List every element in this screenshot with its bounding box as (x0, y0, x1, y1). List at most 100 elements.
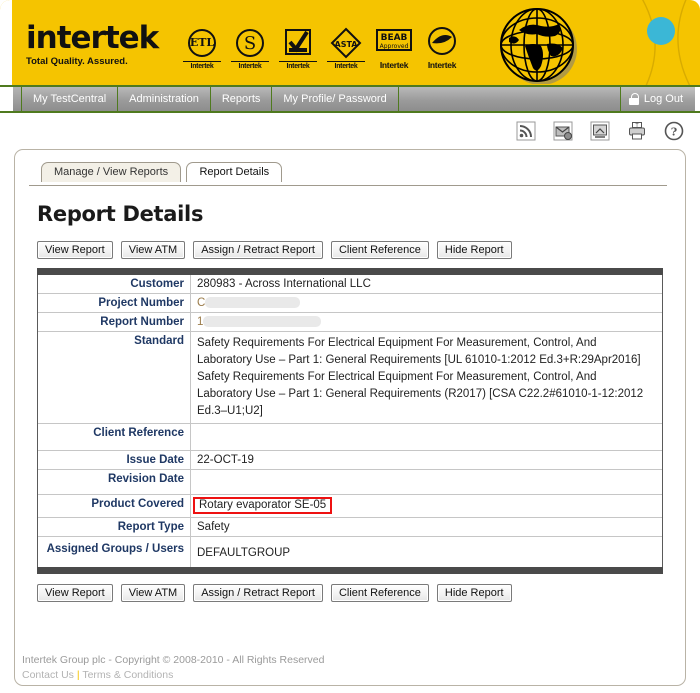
row-value: Safety (191, 518, 663, 537)
tab-label: Report Details (199, 166, 269, 178)
table-row-revision-date: Revision Date (38, 470, 662, 495)
certification-marks: ETL Intertek S Intertek (183, 24, 461, 70)
table-row-product-covered: Product Covered Rotary evaporator SE-05 (38, 495, 662, 518)
nav-right-spacer (695, 87, 700, 111)
tab-report-details[interactable]: Report Details (186, 162, 282, 182)
client-reference-button[interactable]: Client Reference (331, 241, 429, 259)
footer-links: Contact Us | Terms & Conditions (22, 668, 700, 683)
email-icon[interactable] (553, 121, 573, 141)
row-value-redacted: C (191, 294, 663, 313)
assign-retract-report-button[interactable]: Assign / Retract Report (193, 241, 323, 259)
mark-label: Intertek (375, 59, 413, 70)
tab-divider (29, 185, 667, 186)
help-icon[interactable]: ? (664, 121, 684, 141)
etl-mark-icon: ETL Intertek (183, 26, 221, 70)
mark-label: Intertek (183, 61, 221, 70)
hide-report-button-bottom[interactable]: Hide Report (437, 584, 512, 602)
view-atm-button-bottom[interactable]: View ATM (121, 584, 186, 602)
tab-label: Manage / View Reports (54, 166, 168, 178)
accent-dot (647, 17, 675, 45)
tab-manage-view-reports[interactable]: Manage / View Reports (41, 162, 181, 182)
client-reference-button-bottom[interactable]: Client Reference (331, 584, 429, 602)
row-value: 22-OCT-19 (191, 451, 663, 470)
nav-item-label: Administration (129, 93, 199, 105)
asta-mark-icon: ASTA Intertek (327, 26, 365, 70)
table-row-standard: Standard Safety Requirements For Electri… (38, 332, 662, 424)
nav-edge (13, 87, 22, 111)
nav-item-my-profile-password[interactable]: My Profile/ Password (272, 87, 398, 111)
view-report-button-bottom[interactable]: View Report (37, 584, 113, 602)
table-row-assigned-groups-users: Assigned Groups / Users DEFAULTGROUP (38, 537, 662, 568)
nav-item-label: My Profile/ Password (283, 93, 386, 105)
mark-label: Intertek (327, 61, 365, 70)
view-report-button[interactable]: View Report (37, 241, 113, 259)
nav-item-my-testcentral[interactable]: My TestCentral (22, 87, 118, 111)
page-title: Report Details (37, 202, 685, 226)
svg-text:?: ? (671, 126, 677, 139)
tab-bar: Manage / View Reports Report Details (15, 150, 685, 186)
page-footer: Intertek Group plc - Copyright © 2008-20… (0, 641, 700, 693)
assign-retract-report-button-bottom[interactable]: Assign / Retract Report (193, 584, 323, 602)
s-mark-icon: S Intertek (231, 26, 269, 70)
table-row-issue-date: Issue Date 22-OCT-19 (38, 451, 662, 470)
hide-report-button[interactable]: Hide Report (437, 241, 512, 259)
redacted-bar (203, 316, 321, 327)
table-top-bar (37, 268, 663, 275)
row-label: Client Reference (38, 424, 191, 451)
row-label: Issue Date (38, 451, 191, 470)
table-row-customer: Customer 280983 - Across International L… (38, 275, 662, 294)
nav-item-label: Reports (222, 93, 261, 105)
action-button-row-top: View Report View ATM Assign / Retract Re… (37, 241, 685, 259)
contact-us-link[interactable]: Contact Us (22, 669, 74, 681)
row-value (191, 424, 663, 451)
nav-item-label: My TestCentral (33, 93, 106, 105)
row-label: Project Number (38, 294, 191, 313)
content-panel: Manage / View Reports Report Details Rep… (14, 149, 686, 686)
row-value (191, 470, 663, 495)
table-row-report-number: Report Number 1 (38, 313, 662, 332)
nav-left-spacer (0, 87, 13, 111)
product-covered-highlight: Rotary evaporator SE-05 (193, 497, 332, 514)
redacted-bar (205, 297, 300, 308)
nav-item-administration[interactable]: Administration (118, 87, 211, 111)
row-label: Report Type (38, 518, 191, 537)
export-icon[interactable] (590, 121, 610, 141)
nav-item-reports[interactable]: Reports (211, 87, 273, 111)
logout-label: Log Out (644, 93, 683, 105)
svg-text:S: S (244, 33, 256, 54)
view-atm-button[interactable]: View ATM (121, 241, 186, 259)
row-label: Report Number (38, 313, 191, 332)
row-value: Rotary evaporator SE-05 (191, 495, 663, 518)
row-label: Standard (38, 332, 191, 424)
svg-text:ASTA: ASTA (335, 40, 359, 49)
app-page: intertek Total Quality. Assured. ETL Int… (0, 0, 700, 693)
rss-feed-icon[interactable] (516, 121, 536, 141)
table-row-project-number: Project Number C (38, 294, 662, 313)
table-row-report-type: Report Type Safety (38, 518, 662, 537)
table-row-client-reference: Client Reference (38, 424, 662, 451)
report-details-table: Customer 280983 - Across International L… (37, 275, 663, 567)
row-label: Product Covered (38, 495, 191, 518)
check-mark-icon: Intertek (279, 26, 317, 70)
terms-conditions-link[interactable]: Terms & Conditions (82, 669, 173, 681)
standard-line: Ed.3–U1;U2] (197, 403, 656, 420)
redact-prefix: C (197, 297, 205, 309)
row-label: Assigned Groups / Users (38, 537, 191, 568)
svg-text:BEAB: BEAB (381, 33, 408, 43)
row-label: Customer (38, 275, 191, 294)
decorative-arcs (570, 0, 700, 85)
logout-button[interactable]: Log Out (620, 87, 695, 111)
row-value: DEFAULTGROUP (191, 537, 663, 568)
svg-text:Approved: Approved (380, 43, 409, 50)
action-button-row-bottom: View Report View ATM Assign / Retract Re… (37, 584, 685, 602)
table-bottom-bar (37, 567, 663, 574)
nav-filler (399, 87, 620, 111)
svg-text:ETL: ETL (190, 36, 215, 49)
mark-label: Intertek (279, 61, 317, 70)
standard-line: Laboratory Use – Part 1: General Require… (197, 386, 656, 403)
leaf-mark-icon: Intertek (423, 24, 461, 70)
padlock-icon (629, 93, 639, 105)
main-navigation: My TestCentral Administration Reports My… (0, 87, 700, 113)
banner-left-edge (0, 0, 12, 85)
print-icon[interactable]: T (627, 121, 647, 141)
